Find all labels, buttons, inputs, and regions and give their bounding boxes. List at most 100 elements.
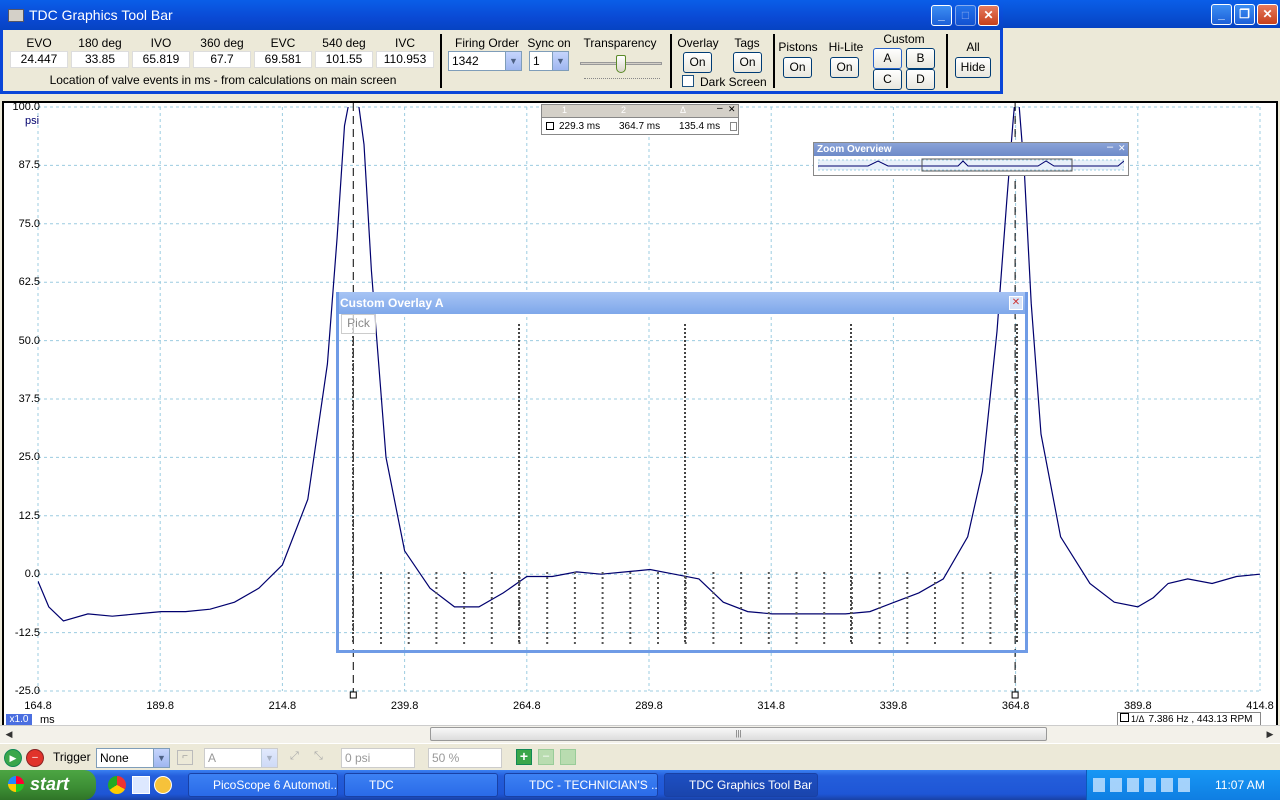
- trigger-position-input: 50 %: [428, 748, 502, 768]
- clock: 11:07 AM: [1215, 778, 1265, 792]
- y-tick-label: 12.5: [18, 509, 40, 522]
- horizontal-scrollbar[interactable]: ◀ ||| ▶: [0, 725, 1280, 743]
- all-hide-button[interactable]: Hide: [955, 57, 991, 78]
- firing-order-select[interactable]: 1342 ▼: [448, 51, 522, 71]
- falling-edge-icon: ⤡: [314, 750, 323, 762]
- ruler-handle-icon[interactable]: [1120, 713, 1129, 722]
- y-tick-label: 37.5: [18, 393, 40, 405]
- scroll-right-icon[interactable]: ▶: [1263, 727, 1277, 741]
- task-tdc[interactable]: TDC: [344, 773, 498, 797]
- pistons-label: Pistons: [778, 40, 818, 54]
- chevron-down-icon[interactable]: ▼: [505, 52, 521, 70]
- bg-close-icon[interactable]: ✕: [1257, 4, 1278, 25]
- time-ruler-handle-1[interactable]: [349, 691, 357, 699]
- transparency-slider-ticks: [584, 75, 660, 79]
- ruler-legend-close-icon[interactable]: ✕: [728, 104, 736, 115]
- start-button[interactable]: start: [0, 770, 96, 800]
- transparency-slider-thumb[interactable]: [616, 55, 626, 73]
- valve-event-value-0: 24.447: [10, 51, 68, 68]
- media-player-icon[interactable]: [154, 776, 172, 794]
- start-capture-icon[interactable]: ▶: [4, 749, 22, 767]
- x-tick-label: 264.8: [513, 700, 541, 712]
- task-picoscope[interactable]: PicoScope 6 Automoti...: [188, 773, 338, 797]
- sync-on-label: Sync on: [527, 36, 571, 50]
- bg-maximize-icon[interactable]: ❐: [1234, 4, 1255, 25]
- tray-icons[interactable]: [1093, 778, 1193, 792]
- x-tick-label: 389.8: [1124, 700, 1152, 712]
- valve-event-label-0: EVO: [26, 36, 52, 50]
- valve-event-value-5: 101.55: [315, 51, 373, 68]
- trigger-label: Trigger: [53, 750, 91, 764]
- ruler-value-1: 229.3 ms: [559, 121, 601, 132]
- sync-on-select[interactable]: 1 ▼: [529, 51, 569, 71]
- ruler-value-delta: 135.4 ms: [679, 121, 721, 132]
- valve-event-label-6: IVC: [394, 36, 415, 50]
- ruler-legend-minimize-icon[interactable]: –: [717, 103, 723, 114]
- trigger-channel-select: A ▼: [204, 748, 278, 768]
- hilite-on-button[interactable]: On: [830, 57, 859, 78]
- task-tdc-toolbar[interactable]: TDC Graphics Tool Bar: [664, 773, 818, 797]
- x-tick-label: 339.8: [879, 700, 908, 712]
- valve-event-label-5: 540 deg: [322, 36, 366, 50]
- y-tick-label: 75.0: [18, 217, 40, 230]
- custom-d-button[interactable]: D: [906, 69, 935, 90]
- tags-label: Tags: [734, 36, 760, 50]
- ruler-col-delta: Δ: [680, 105, 687, 115]
- valve-event-label-3: 360 deg: [200, 36, 244, 50]
- ruler-value-2: 364.7 ms: [619, 121, 661, 132]
- custom-a-button[interactable]: A: [873, 48, 902, 69]
- chevron-down-icon[interactable]: ▼: [153, 749, 169, 767]
- pistons-on-button[interactable]: On: [783, 57, 812, 78]
- bg-minimize-icon[interactable]: _: [1211, 4, 1232, 25]
- valve-event-label-2: IVO: [150, 36, 172, 50]
- y-tick-label: 87.5: [18, 159, 40, 172]
- ruler-label-icon: 1/Δ: [1131, 714, 1145, 724]
- zoom-overview[interactable]: Zoom Overview – ✕: [813, 141, 1129, 176]
- custom-c-button[interactable]: C: [873, 69, 902, 90]
- chrome-icon[interactable]: [108, 776, 126, 794]
- time-ruler-handle-2[interactable]: [1011, 691, 1019, 699]
- stop-capture-icon[interactable]: –: [26, 749, 44, 767]
- firing-order-label: Firing Order: [455, 36, 520, 50]
- properties-icon: [560, 749, 576, 765]
- trigger-mode-select[interactable]: None ▼: [96, 748, 170, 768]
- all-label: All: [966, 40, 980, 54]
- tdc-maximize-icon: □: [955, 5, 976, 26]
- desktop-icon[interactable]: [132, 776, 150, 794]
- y-axis-unit: psi: [25, 115, 40, 127]
- lock-icon[interactable]: [730, 122, 737, 131]
- valve-event-value-1: 33.85: [71, 51, 129, 68]
- chevron-down-icon[interactable]: ▼: [552, 52, 568, 70]
- y-tick-label: -25.0: [14, 685, 40, 697]
- custom-overlay-window[interactable]: [336, 292, 1028, 653]
- toolbar-separator: [773, 34, 775, 88]
- trigger-threshold-input: 0 psi: [341, 748, 415, 768]
- tags-on-button[interactable]: On: [733, 52, 762, 73]
- start-label: start: [30, 774, 70, 794]
- y-tick-label: 50.0: [18, 334, 40, 347]
- ruler-legend[interactable]: 1 2 Δ – ✕ 229.3 ms 364.7 ms 135.4 ms: [541, 103, 739, 135]
- tdc-close-icon[interactable]: ✕: [978, 5, 999, 26]
- task-tdc-technician[interactable]: TDC - TECHNICIAN'S ...: [504, 773, 658, 797]
- zoom-overview-thumbnail[interactable]: [818, 158, 1124, 172]
- ruler-checkbox-icon[interactable]: [546, 122, 554, 130]
- scroll-left-icon[interactable]: ◀: [2, 727, 16, 741]
- zoom-overview-close-icon[interactable]: ✕: [1118, 143, 1126, 154]
- x-tick-label: 414.8: [1246, 700, 1274, 712]
- remove-icon: –: [538, 749, 554, 765]
- hilite-label: Hi-Lite: [828, 40, 864, 54]
- custom-b-button[interactable]: B: [906, 48, 935, 69]
- tdc-minimize-icon[interactable]: _: [931, 5, 952, 26]
- dark-screen-label: Dark Screen: [700, 75, 767, 89]
- x-tick-label: 189.8: [146, 700, 174, 712]
- dark-screen-checkbox[interactable]: [682, 75, 694, 87]
- pick-button[interactable]: Pick: [341, 314, 376, 334]
- add-icon[interactable]: +: [516, 749, 532, 765]
- x-tick-label: 289.8: [635, 700, 663, 712]
- overlay-on-button[interactable]: On: [683, 52, 712, 73]
- scroll-thumb[interactable]: |||: [430, 727, 1047, 741]
- chevron-down-icon: ▼: [261, 749, 277, 767]
- trigger-toolbar: ▶ – Trigger None ▼ ⌐ A ▼ ⤢ ⤡ 0 psi 50 % + …: [0, 743, 1280, 771]
- zoom-overview-minimize-icon[interactable]: –: [1107, 141, 1113, 153]
- x-tick-label: 239.8: [390, 700, 419, 712]
